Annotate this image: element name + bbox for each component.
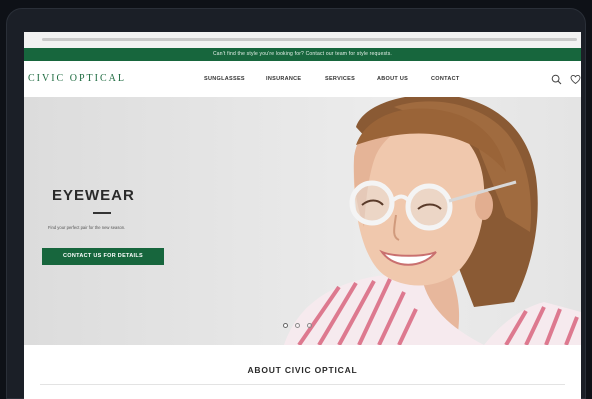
site-logo[interactable]: CIVIC OPTICAL: [28, 73, 126, 84]
slider-dot[interactable]: [307, 323, 312, 328]
hero-subtitle: Find your perfect pair for the new seaso…: [48, 225, 126, 230]
hero-divider: [93, 212, 111, 214]
hero-model-photo: [284, 97, 581, 345]
address-bar[interactable]: [42, 38, 577, 41]
contact-us-button[interactable]: CONTACT US FOR DETAILS: [42, 248, 164, 265]
section-divider: [40, 384, 565, 385]
search-icon[interactable]: [551, 72, 562, 90]
browser-toolbar: [24, 32, 581, 48]
hero-banner: EYEWEAR Find your perfect pair for the n…: [24, 97, 581, 345]
nav-link-sunglasses[interactable]: SUNGLASSES: [204, 76, 245, 82]
hero-title: EYEWEAR: [52, 187, 135, 204]
nav-link-services[interactable]: SERVICES: [325, 76, 355, 82]
promo-banner: Can't find the style you're looking for?…: [24, 48, 581, 61]
slider-dot[interactable]: [283, 323, 288, 328]
heart-icon[interactable]: [570, 72, 581, 90]
slider-dot[interactable]: [295, 323, 300, 328]
nav-link-about-us[interactable]: ABOUT US: [377, 76, 408, 82]
nav-link-insurance[interactable]: INSURANCE: [266, 76, 301, 82]
nav-link-contact[interactable]: CONTACT: [431, 76, 460, 82]
about-section-title: ABOUT CIVIC OPTICAL: [247, 365, 358, 375]
site-header: CIVIC OPTICAL SUNGLASSES INSURANCE SERVI…: [24, 61, 581, 97]
browser-screen: Can't find the style you're looking for?…: [24, 32, 581, 399]
